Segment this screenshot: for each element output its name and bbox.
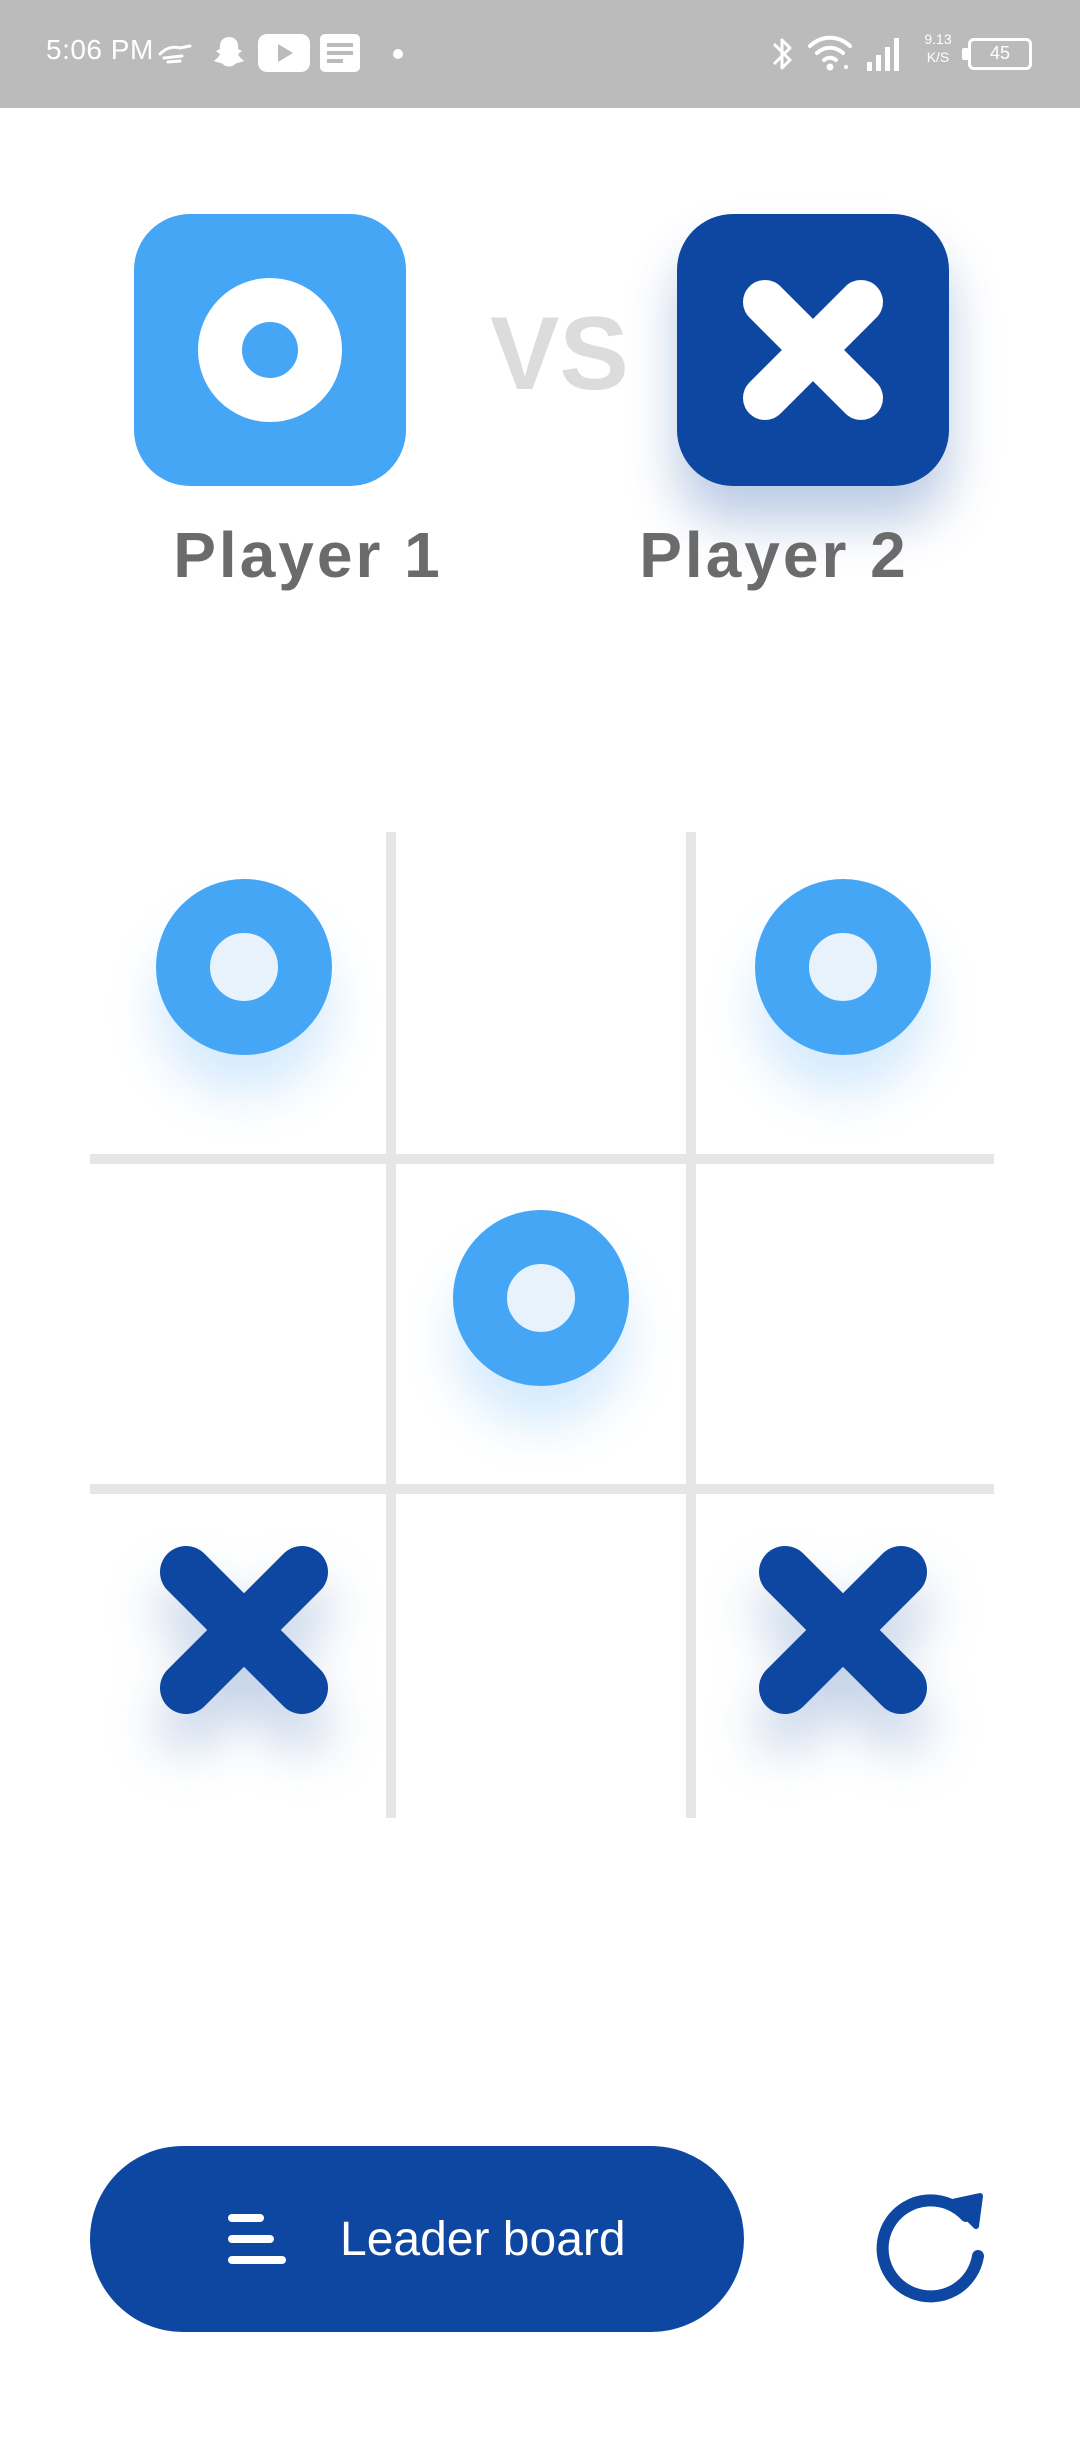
- leaderboard-button[interactable]: Leader board: [90, 2146, 744, 2332]
- board-cell-2-2[interactable]: [396, 1164, 686, 1484]
- grid-line-horizontal-2: [90, 1484, 994, 1494]
- bluetooth-icon: [772, 38, 792, 70]
- battery-level-text: 45: [989, 43, 1011, 63]
- menu-icon: [228, 2214, 286, 2264]
- o-piece-icon: [156, 879, 332, 1055]
- notification-dot-icon: [393, 49, 403, 59]
- x-symbol-icon: [743, 280, 883, 420]
- board-cell-1-2[interactable]: [396, 832, 686, 1154]
- news-icon: [320, 34, 360, 72]
- board-cell-3-3[interactable]: [696, 1494, 994, 1818]
- hand-gesture-icon: [158, 44, 192, 64]
- board-cell-1-3[interactable]: [696, 832, 994, 1154]
- network-speed: 9.13 K/S: [920, 30, 956, 66]
- game-board: [90, 832, 994, 1818]
- board-cell-2-3[interactable]: [696, 1164, 994, 1484]
- restart-icon[interactable]: [870, 2172, 1000, 2312]
- player1-name: Player 1: [173, 519, 443, 591]
- grid-line-vertical-1: [386, 832, 396, 1818]
- status-bar: 5:06 PM 9.13 K/S 45: [0, 0, 1080, 108]
- o-symbol-icon: [198, 278, 342, 422]
- board-cell-3-1[interactable]: [90, 1494, 386, 1818]
- vs-label: VS: [490, 296, 629, 412]
- network-speed-unit: K/S: [926, 49, 950, 65]
- player2-avatar: [677, 214, 949, 486]
- x-piece-icon: [759, 1546, 927, 1714]
- leaderboard-label: Leader board: [340, 2213, 626, 2266]
- battery-icon: 45: [968, 38, 1032, 70]
- player1-avatar: [134, 214, 406, 486]
- youtube-icon: [258, 34, 310, 72]
- grid-line-horizontal-1: [90, 1154, 994, 1164]
- status-time: 5:06 PM: [46, 34, 154, 65]
- board-cell-2-1[interactable]: [90, 1164, 386, 1484]
- x-piece-icon: [160, 1546, 328, 1714]
- snapchat-icon: [214, 37, 244, 67]
- network-speed-value: 9.13: [924, 31, 952, 47]
- player2-name: Player 2: [639, 519, 909, 591]
- grid-line-vertical-2: [686, 832, 696, 1818]
- wifi-icon: [808, 35, 852, 71]
- board-cell-3-2[interactable]: [396, 1494, 686, 1818]
- signal-icon: [867, 38, 899, 71]
- board-cell-1-1[interactable]: [90, 832, 386, 1154]
- o-piece-icon: [453, 1210, 629, 1386]
- o-piece-icon: [755, 879, 931, 1055]
